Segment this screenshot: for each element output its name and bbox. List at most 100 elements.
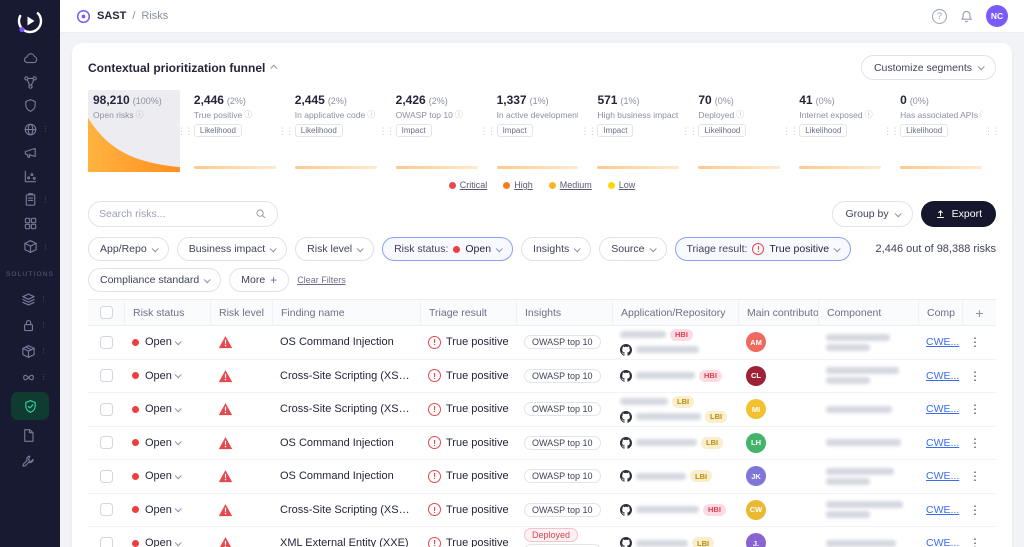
contributor-avatar[interactable]: JK <box>746 466 766 486</box>
cwe-link[interactable]: CWE... <box>926 437 959 449</box>
sidebar-item-pipeline[interactable]: ⋮ <box>11 366 45 388</box>
filter-chip-triage-result[interactable]: Triage result:!True positive <box>675 237 852 261</box>
contributor-avatar[interactable]: MI <box>746 399 766 419</box>
clear-filters-link[interactable]: Clear Filters <box>297 275 346 285</box>
risk-status-cell[interactable]: Open <box>124 336 210 348</box>
select-all-checkbox[interactable] <box>100 306 113 319</box>
sidebar-item-megaphone[interactable] <box>13 142 47 164</box>
segment-drag-handle[interactable]: ⋮⋮ <box>180 90 189 172</box>
table-row[interactable]: OpenCross-Site Scripting (XSS) DO...!Tru… <box>88 494 996 528</box>
application-repository-cell[interactable]: LBILBI <box>612 396 738 423</box>
funnel-segment[interactable]: 2,446(2%)True positiveⓘLikelihood <box>189 90 281 172</box>
contributor-avatar[interactable]: LH <box>746 433 766 453</box>
finding-name-cell[interactable]: XML External Entity (XXE) <box>272 537 420 547</box>
kebab-menu-icon[interactable]: ⋮ <box>969 536 981 547</box>
legend-item-high[interactable]: High <box>503 180 533 190</box>
risk-status-cell[interactable]: Open <box>124 470 210 482</box>
cwe-link[interactable]: CWE... <box>926 370 959 382</box>
sidebar-item-graph[interactable] <box>13 165 47 187</box>
kebab-menu-icon[interactable]: ⋮ <box>969 436 981 450</box>
sidebar-item-inventory[interactable]: ⋮ <box>13 236 47 258</box>
filter-chip-source[interactable]: Source <box>599 237 666 261</box>
filter-chip-risk-status[interactable]: Risk status:Open <box>382 237 513 261</box>
legend-item-low[interactable]: Low <box>608 180 636 190</box>
finding-name-cell[interactable]: OS Command Injection <box>272 470 420 482</box>
row-checkbox[interactable] <box>100 436 113 449</box>
customize-segments-button[interactable]: Customize segments <box>861 55 996 80</box>
sidebar-item-toolkit[interactable] <box>11 450 45 472</box>
filter-chip-app-repo[interactable]: App/Repo <box>88 237 169 261</box>
cwe-link[interactable]: CWE... <box>926 403 959 415</box>
notifications-bell-icon[interactable] <box>959 9 974 24</box>
contributor-avatar[interactable]: J. <box>746 533 766 547</box>
sidebar-item-sast-shield[interactable] <box>11 392 49 420</box>
table-row[interactable]: OpenOS Command Injection!True positiveOW… <box>88 427 996 461</box>
collapse-chevron-icon[interactable] <box>271 65 278 72</box>
help-icon[interactable]: ? <box>932 9 947 24</box>
funnel-title[interactable]: Contextual prioritization funnel <box>88 61 277 75</box>
filter-chip-business-impact[interactable]: Business impact <box>177 237 287 261</box>
cwe-link[interactable]: CWE... <box>926 504 959 516</box>
app-logo[interactable] <box>15 6 45 36</box>
sidebar-item-clipboard[interactable]: ⋮ <box>13 189 47 211</box>
risk-status-cell[interactable]: Open <box>124 504 210 516</box>
risk-status-cell[interactable]: Open <box>124 370 210 382</box>
sidebar-item-globe[interactable]: ⋮ <box>13 118 47 140</box>
filter-chip-more[interactable]: More+ <box>229 268 289 292</box>
contributor-avatar[interactable]: CL <box>746 366 766 386</box>
segment-drag-handle[interactable]: ⋮⋮ <box>583 90 592 172</box>
application-repository-cell[interactable]: LBI <box>612 437 738 449</box>
row-checkbox[interactable] <box>100 537 113 547</box>
cwe-link[interactable]: CWE... <box>926 537 959 547</box>
segment-drag-handle[interactable]: ⋮⋮ <box>785 90 794 172</box>
application-repository-cell[interactable]: HBI <box>612 329 738 356</box>
sidebar-item-grid[interactable] <box>13 212 47 234</box>
table-row[interactable]: OpenCross-Site Scripting (XSS) DO...!Tru… <box>88 393 996 427</box>
sidebar-item-workflow[interactable] <box>13 71 47 93</box>
search-box[interactable] <box>88 201 278 227</box>
segment-drag-handle[interactable]: ⋮⋮ <box>382 90 391 172</box>
row-checkbox[interactable] <box>100 470 113 483</box>
sidebar-item-document[interactable] <box>11 424 45 446</box>
finding-name-cell[interactable]: OS Command Injection <box>272 437 420 449</box>
finding-name-cell[interactable]: Cross-Site Scripting (XSS) DO... <box>272 370 420 382</box>
user-avatar[interactable]: NC <box>986 5 1008 27</box>
add-column-button[interactable]: + <box>962 300 996 325</box>
funnel-segment[interactable]: 98,210(100%)Open risksⓘ <box>88 90 180 172</box>
risk-status-cell[interactable]: Open <box>124 403 210 415</box>
funnel-segment[interactable]: 0(0%)Has associated APIsⓘLikelihood <box>895 90 987 172</box>
legend-item-critical[interactable]: Critical <box>449 180 488 190</box>
cwe-link[interactable]: CWE... <box>926 336 959 348</box>
row-checkbox[interactable] <box>100 403 113 416</box>
row-checkbox[interactable] <box>100 369 113 382</box>
contributor-avatar[interactable]: AM <box>746 332 766 352</box>
filter-chip-insights[interactable]: Insights <box>521 237 591 261</box>
sidebar-item-cloud[interactable] <box>13 48 47 70</box>
kebab-menu-icon[interactable]: ⋮ <box>969 369 981 383</box>
finding-name-cell[interactable]: OS Command Injection <box>272 336 420 348</box>
contributor-avatar[interactable]: CW <box>746 500 766 520</box>
application-repository-cell[interactable]: HBI <box>612 370 738 382</box>
breadcrumb-product[interactable]: SAST <box>97 10 126 22</box>
application-repository-cell[interactable]: HBI <box>612 504 738 516</box>
row-checkbox[interactable] <box>100 503 113 516</box>
group-by-dropdown[interactable]: Group by <box>832 201 912 227</box>
filter-chip-compliance-standard[interactable]: Compliance standard <box>88 268 221 292</box>
segment-drag-handle[interactable]: ⋮⋮ <box>281 90 290 172</box>
funnel-segment[interactable]: 70(0%)DeployedⓘLikelihood <box>693 90 785 172</box>
table-row[interactable]: OpenOS Command Injection!True positiveOW… <box>88 460 996 494</box>
funnel-segment[interactable]: 2,426(2%)OWASP top 10ⓘImpact <box>391 90 483 172</box>
kebab-menu-icon[interactable]: ⋮ <box>969 503 981 517</box>
funnel-segment[interactable]: 41(0%)Internet exposedⓘLikelihood <box>794 90 886 172</box>
risk-status-cell[interactable]: Open <box>124 437 210 449</box>
kebab-menu-icon[interactable]: ⋮ <box>969 469 981 483</box>
table-row[interactable]: OpenOS Command Injection!True positiveOW… <box>88 326 996 360</box>
application-repository-cell[interactable]: LBI <box>612 470 738 482</box>
segment-drag-handle[interactable]: ⋮⋮ <box>886 90 895 172</box>
row-checkbox[interactable] <box>100 336 113 349</box>
sidebar-item-shield[interactable] <box>13 95 47 117</box>
sidebar-item-layers[interactable]: ⋮ <box>11 288 45 310</box>
table-row[interactable]: OpenCross-Site Scripting (XSS) DO...!Tru… <box>88 360 996 394</box>
application-repository-cell[interactable]: LBI <box>612 537 738 547</box>
kebab-menu-icon[interactable]: ⋮ <box>969 402 981 416</box>
